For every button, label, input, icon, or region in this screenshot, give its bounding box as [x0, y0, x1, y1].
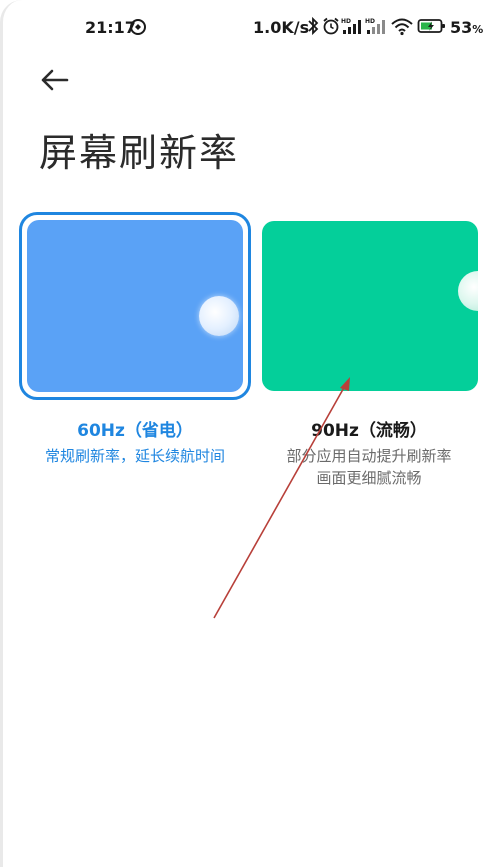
- alarm-icon: [323, 17, 339, 35]
- option-name: 90Hz（流畅）: [311, 421, 427, 441]
- option-description: 部分应用自动提升刷新率 画面更细腻流畅: [253, 445, 485, 489]
- hd-signal-icon-2: HD: [365, 18, 385, 34]
- page-title: 屏幕刷新率: [39, 131, 240, 175]
- option-description: 常规刷新率，延长续航时间: [44, 447, 225, 465]
- animation-ball: [458, 271, 478, 311]
- option-card-90hz[interactable]: [262, 221, 478, 391]
- back-button[interactable]: [35, 62, 75, 98]
- battery-percent: 53%: [450, 18, 484, 37]
- option-label-90hz[interactable]: 90Hz（流畅） 部分应用自动提升刷新率 画面更细腻流畅: [253, 416, 485, 489]
- phone-screen: 21:17 1.0K/s HD HD 53% 屏幕刷新率 60Hz（省电） 常规…: [0, 0, 500, 867]
- option-description-line: 画面更细腻流畅: [316, 469, 422, 487]
- preview-60hz: [27, 220, 243, 392]
- animation-ball: [199, 296, 239, 336]
- option-label-60hz[interactable]: 60Hz（省电） 常规刷新率，延长续航时间: [19, 416, 251, 467]
- back-arrow-icon: [41, 69, 69, 91]
- svg-text:HD: HD: [365, 18, 375, 25]
- network-speed: 1.0K/s: [253, 18, 310, 37]
- option-card-60hz[interactable]: [19, 212, 251, 400]
- bluetooth-icon: [308, 16, 319, 36]
- svg-text:HD: HD: [341, 18, 351, 25]
- battery-charging-icon: [417, 19, 445, 33]
- wifi-icon: [391, 18, 413, 36]
- app-notification-icon: [130, 19, 146, 35]
- option-name: 60Hz（省电）: [77, 421, 193, 441]
- hd-signal-icon: HD: [341, 18, 361, 34]
- status-bar: 21:17 1.0K/s HD HD 53%: [3, 0, 500, 56]
- option-description-line: 部分应用自动提升刷新率: [286, 447, 452, 465]
